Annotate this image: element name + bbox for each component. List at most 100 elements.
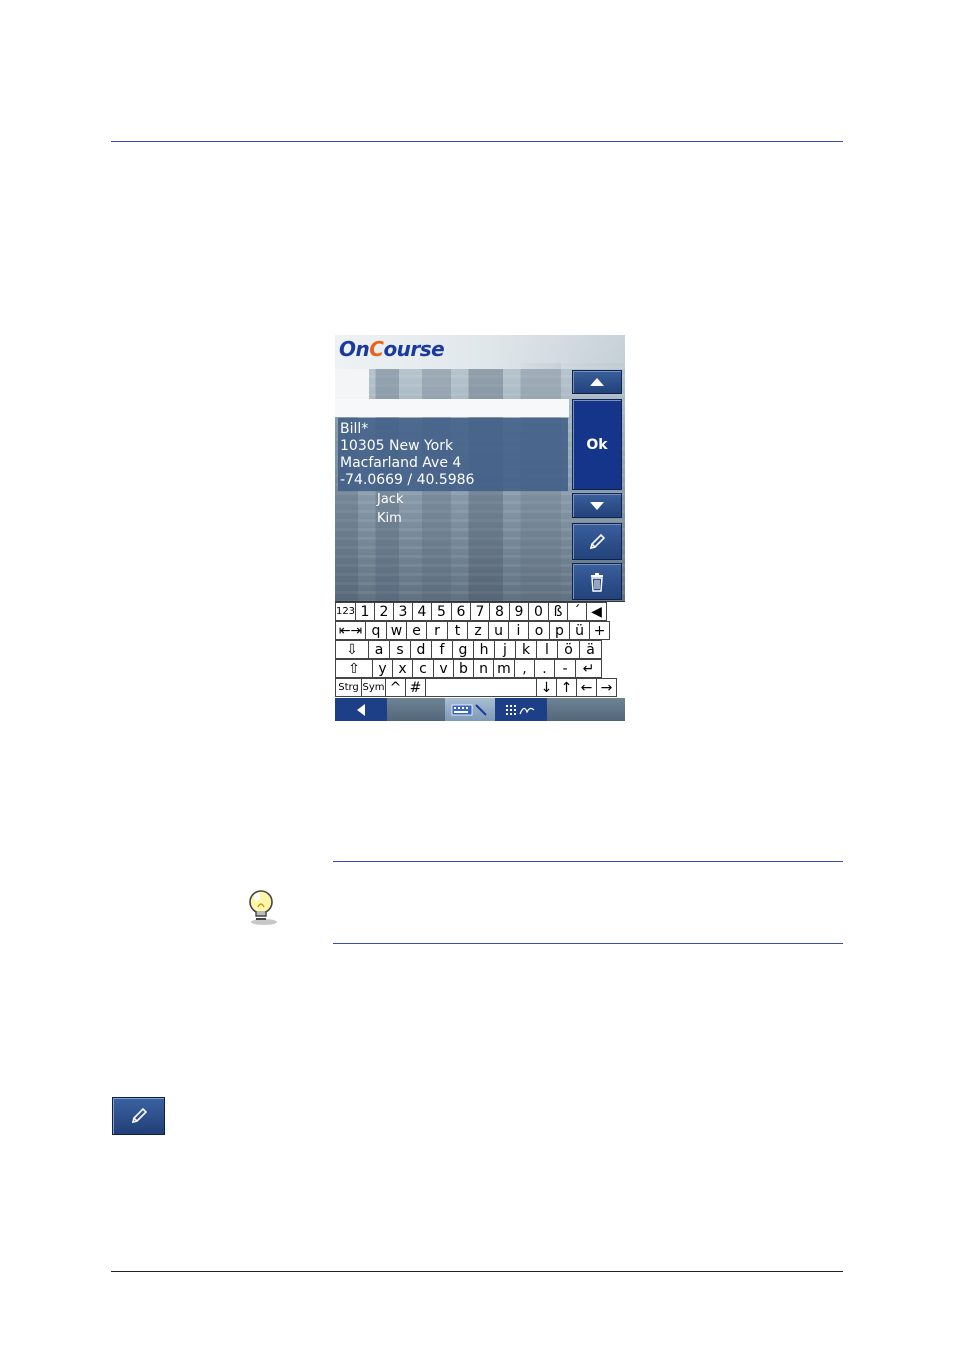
keyboard-key[interactable]: v — [433, 659, 454, 678]
entry-coordinates: -74.0669 / 40.5986 — [340, 472, 475, 488]
keyboard-key[interactable]: s — [389, 640, 411, 659]
keyboard-key[interactable]: 6 — [451, 602, 471, 621]
keyboard-key[interactable]: ⇤⇥ — [335, 621, 366, 640]
keyboard-key[interactable]: ⇧ — [335, 659, 373, 678]
keyboard-key[interactable]: c — [412, 659, 434, 678]
keyboard-key[interactable]: m — [493, 659, 515, 678]
keyboard-row: 123 1 2 3 4 5 6 7 8 9 0 ß ´ ◀ — [335, 602, 607, 621]
arrow-up-icon — [590, 378, 604, 386]
arrow-down-icon — [590, 501, 604, 510]
keyboard-key[interactable]: f — [431, 640, 453, 659]
keyboard-key[interactable]: 2 — [374, 602, 394, 621]
keyboard-key[interactable]: 4 — [412, 602, 432, 621]
keyboard-key[interactable]: n — [473, 659, 494, 678]
keyboard-key[interactable]: - — [554, 659, 576, 678]
search-field-left — [335, 369, 369, 399]
scroll-down-button[interactable] — [572, 493, 622, 518]
keyboard-key[interactable]: k — [515, 640, 537, 659]
keyboard-key[interactable]: x — [392, 659, 413, 678]
keyboard-key[interactable]: , — [514, 659, 535, 678]
keyboard-key[interactable]: ß — [548, 602, 568, 621]
taskbar — [335, 698, 625, 721]
keyboard-key[interactable]: + — [589, 621, 610, 640]
scroll-up-button[interactable] — [572, 370, 622, 394]
keyboard-key[interactable]: z — [467, 621, 489, 640]
keyboard-key[interactable]: r — [426, 621, 448, 640]
keyboard-key[interactable]: 5 — [431, 602, 452, 621]
keyboard-key[interactable]: o — [528, 621, 550, 640]
keyboard-icon — [451, 703, 487, 716]
oncourse-logo: OnCourse — [339, 337, 445, 361]
edit-button[interactable] — [572, 523, 622, 560]
footer-rule — [111, 1271, 843, 1272]
keyboard-key[interactable]: . — [534, 659, 555, 678]
keyboard-key[interactable]: q — [365, 621, 387, 640]
keyboard-key[interactable]: l — [536, 640, 558, 659]
keyboard-key[interactable]: ´ — [567, 602, 587, 621]
keyboard-key[interactable]: a — [368, 640, 390, 659]
entry-address-line2: Macfarland Ave 4 — [340, 455, 462, 471]
keyboard-row: ⇩ a s d f g h j k l ö ä — [335, 640, 602, 659]
pencil-icon — [131, 1107, 147, 1124]
keyboard-key[interactable]: g — [452, 640, 474, 659]
keyboard-key[interactable]: ◀ — [586, 602, 607, 621]
keyboard-key[interactable]: ö — [557, 640, 580, 659]
back-arrow-icon — [357, 703, 365, 716]
keyboard-key[interactable]: 123 — [335, 602, 356, 621]
keyboard-key[interactable]: i — [508, 621, 529, 640]
ok-label: Ok — [586, 436, 608, 453]
edit-button-illustration — [112, 1097, 165, 1135]
ok-button[interactable]: Ok — [572, 399, 622, 490]
keyboard-key[interactable]: e — [406, 621, 427, 640]
header-rule — [111, 141, 843, 142]
keyboard-key[interactable]: b — [453, 659, 474, 678]
list-item[interactable]: Kim — [377, 511, 402, 526]
pencil-icon — [589, 533, 606, 549]
keyboard-key[interactable]: j — [494, 640, 516, 659]
keyboard-key[interactable]: ⇩ — [335, 640, 369, 659]
keyboard-key[interactable]: # — [405, 678, 426, 697]
keyboard-key[interactable]: 9 — [509, 602, 529, 621]
keyboard-key[interactable]: 7 — [470, 602, 490, 621]
keyboard-key[interactable]: t — [447, 621, 468, 640]
keyboard-key[interactable]: ↵ — [575, 659, 602, 678]
keyboard-key[interactable]: ä — [579, 640, 602, 659]
handwriting-input-button[interactable] — [495, 698, 547, 721]
tip-rule-top — [333, 861, 843, 862]
keyboard-key[interactable]: ü — [569, 621, 590, 640]
keyboard-key[interactable]: 1 — [355, 602, 375, 621]
keyboard-row: ⇤⇥ q w e r t z u i o p ü + — [335, 621, 610, 640]
keyboard-key[interactable]: Sym — [361, 678, 386, 697]
keyboard-key[interactable]: Strg — [335, 678, 362, 697]
keyboard-key[interactable]: w — [386, 621, 407, 640]
keyboard-key[interactable]: p — [549, 621, 570, 640]
keyboard-key[interactable]: y — [372, 659, 393, 678]
keyboard-row: ⇧ y x c v b n m,. - ↵ — [335, 659, 602, 678]
back-button[interactable] — [335, 698, 387, 721]
app-banner: OnCourse — [335, 335, 625, 369]
trash-icon — [591, 572, 603, 592]
search-input[interactable] — [335, 399, 569, 417]
keyboard-key[interactable]: d — [410, 640, 432, 659]
selected-address-entry[interactable]: Bill* 10305 New York Macfarland Ave 4 -7… — [338, 418, 568, 491]
keyboard-key[interactable]: h — [473, 640, 495, 659]
list-item[interactable]: Jack — [377, 492, 403, 507]
entry-name: Bill* — [340, 421, 369, 437]
keyboard-key[interactable] — [425, 678, 537, 697]
keyboard-row: Strg Sym ^ # ↓ ↑ ← → — [335, 678, 617, 697]
entry-address-line1: 10305 New York — [340, 438, 454, 454]
keyboard-key[interactable]: 3 — [393, 602, 413, 621]
lightbulb-icon — [245, 888, 281, 930]
keyboard-key[interactable]: ^ — [385, 678, 406, 697]
device-screenshot: OnCourse Bill* 10305 New York Macfarland… — [335, 335, 625, 721]
on-screen-keyboard: 123 1 2 3 4 5 6 7 8 9 0 ß ´ ◀ ⇤⇥ q w e r t z u i o p ü + ⇩ a s d f g h j… — [335, 601, 625, 698]
keyboard-key[interactable]: 8 — [489, 602, 510, 621]
keyboard-key[interactable]: ↑ — [556, 678, 577, 697]
keyboard-key[interactable]: ↓ — [536, 678, 557, 697]
keyboard-key[interactable]: ← — [576, 678, 597, 697]
keyboard-key[interactable]: u — [488, 621, 509, 640]
delete-button[interactable] — [572, 563, 622, 600]
keyboard-key[interactable]: → — [596, 678, 617, 697]
keyboard-key[interactable]: 0 — [528, 602, 549, 621]
keyboard-input-button[interactable] — [445, 698, 495, 721]
